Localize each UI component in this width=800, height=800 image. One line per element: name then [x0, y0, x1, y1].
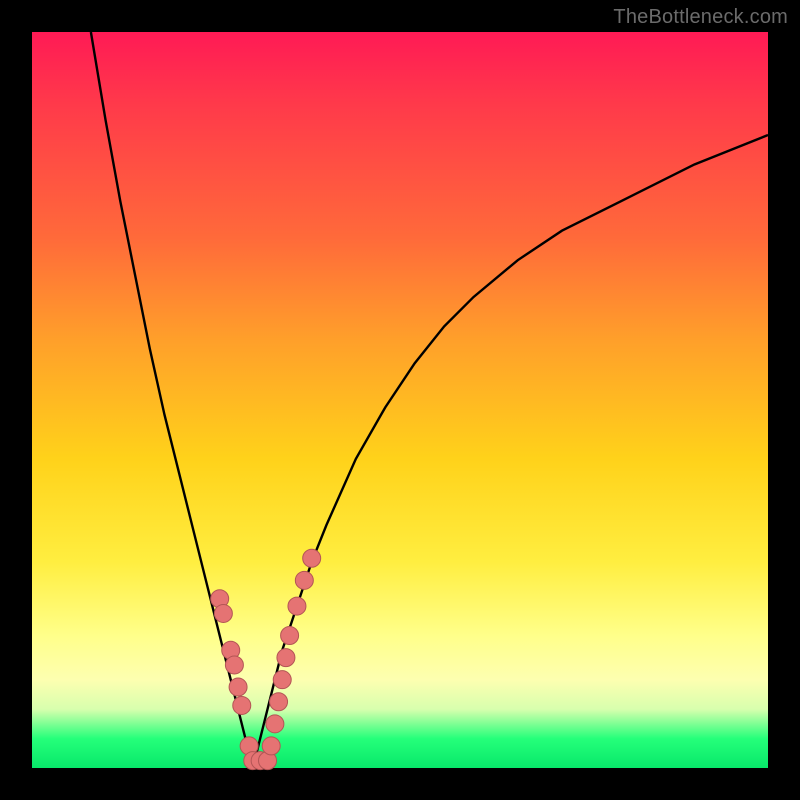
curve-right — [253, 135, 768, 768]
data-marker — [281, 627, 299, 645]
data-marker — [214, 604, 232, 622]
outer-frame: TheBottleneck.com — [0, 0, 800, 800]
data-marker — [262, 737, 280, 755]
data-marker — [295, 571, 313, 589]
data-marker — [233, 696, 251, 714]
data-marker — [277, 649, 295, 667]
marker-cluster — [211, 549, 321, 769]
data-marker — [288, 597, 306, 615]
data-marker — [229, 678, 247, 696]
chart-svg — [32, 32, 768, 768]
data-marker — [303, 549, 321, 567]
data-marker — [270, 693, 288, 711]
watermark-text: TheBottleneck.com — [613, 6, 788, 29]
plot-area — [32, 32, 768, 768]
data-marker — [266, 715, 284, 733]
data-marker — [225, 656, 243, 674]
data-marker — [273, 671, 291, 689]
